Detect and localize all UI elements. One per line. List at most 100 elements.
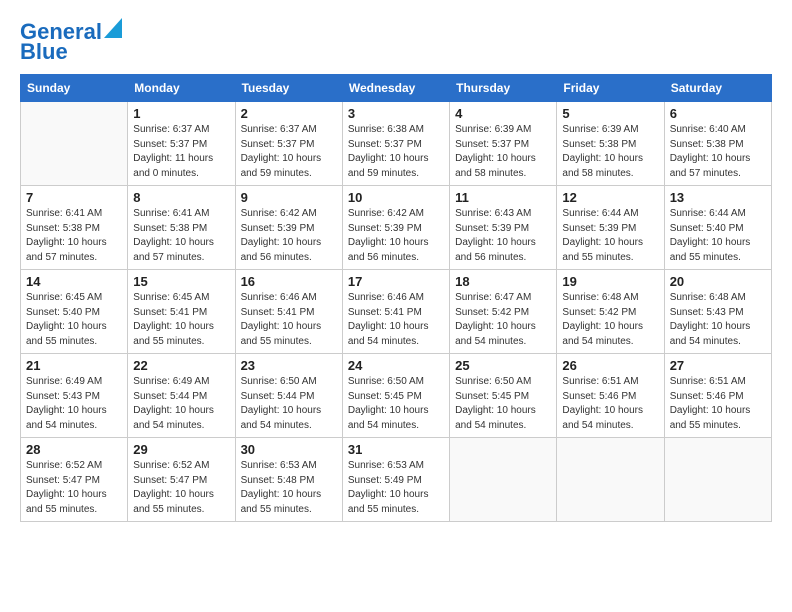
weekday-header: Tuesday [235, 75, 342, 102]
logo-blue-text: Blue [20, 40, 68, 64]
day-number: 22 [133, 358, 229, 373]
calendar-day-cell: 30 Sunrise: 6:53 AMSunset: 5:48 PMDayligh… [235, 438, 342, 522]
calendar-day-cell: 10Sunrise: 6:42 AMSunset: 5:39 PMDayligh… [342, 186, 449, 270]
day-number: 9 [241, 190, 337, 205]
day-info: Sunrise: 6:50 AMSunset: 5:45 PMDaylight:… [348, 375, 444, 433]
calendar-day-cell [21, 102, 128, 186]
day-number: 17 [348, 274, 444, 289]
calendar-day-cell: 11 Sunrise: 6:43 AMSunset: 5:39 PMDayligh… [450, 186, 557, 270]
day-number: 21 [26, 358, 122, 373]
day-number: 6 [670, 106, 766, 121]
day-number: 2 [241, 106, 337, 121]
weekday-header-row: SundayMondayTuesdayWednesdayThursdayFrid… [21, 75, 772, 102]
day-info: Sunrise: 6:41 AMSunset: 5:38 PMDaylight:… [133, 207, 229, 265]
day-number: 5 [562, 106, 658, 121]
logo: General Blue [20, 20, 122, 64]
calendar-day-cell: 7 Sunrise: 6:41 AMSunset: 5:38 PMDaylight… [21, 186, 128, 270]
day-info: Sunrise: 6:51 AMSunset: 5:46 PMDaylight:… [562, 375, 658, 433]
day-info: Sunrise: 6:41 AMSunset: 5:38 PMDaylight:… [26, 207, 122, 265]
day-info: Sunrise: 6:39 AMSunset: 5:37 PMDaylight:… [455, 123, 551, 181]
calendar-day-cell: 28 Sunrise: 6:52 AMSunset: 5:47 PMDayligh… [21, 438, 128, 522]
day-info: Sunrise: 6:44 AMSunset: 5:39 PMDaylight:… [562, 207, 658, 265]
day-info: Sunrise: 6:52 AMSunset: 5:47 PMDaylight:… [26, 459, 122, 517]
day-info: Sunrise: 6:53 AMSunset: 5:48 PMDaylight:… [241, 459, 337, 517]
calendar-day-cell [664, 438, 771, 522]
weekday-header: Wednesday [342, 75, 449, 102]
day-info: Sunrise: 6:42 AMSunset: 5:39 PMDaylight:… [348, 207, 444, 265]
weekday-header: Sunday [21, 75, 128, 102]
calendar-day-cell: 17Sunrise: 6:46 AMSunset: 5:41 PMDayligh… [342, 270, 449, 354]
day-number: 14 [26, 274, 122, 289]
calendar-day-cell: 2 Sunrise: 6:37 AMSunset: 5:37 PMDaylight… [235, 102, 342, 186]
calendar-day-cell: 4 Sunrise: 6:39 AMSunset: 5:37 PMDaylight… [450, 102, 557, 186]
calendar-day-cell: 9 Sunrise: 6:42 AMSunset: 5:39 PMDaylight… [235, 186, 342, 270]
calendar-day-cell: 20 Sunrise: 6:48 AMSunset: 5:43 PMDayligh… [664, 270, 771, 354]
calendar-day-cell: 3 Sunrise: 6:38 AMSunset: 5:37 PMDaylight… [342, 102, 449, 186]
day-number: 4 [455, 106, 551, 121]
day-info: Sunrise: 6:48 AMSunset: 5:43 PMDaylight:… [670, 291, 766, 349]
day-info: Sunrise: 6:46 AMSunset: 5:41 PMDaylight:… [241, 291, 337, 349]
day-info: Sunrise: 6:50 AMSunset: 5:44 PMDaylight:… [241, 375, 337, 433]
page-header: General Blue [20, 20, 772, 64]
calendar-day-cell: 24 Sunrise: 6:50 AMSunset: 5:45 PMDayligh… [342, 354, 449, 438]
day-info: Sunrise: 6:40 AMSunset: 5:38 PMDaylight:… [670, 123, 766, 181]
calendar-day-cell: 26 Sunrise: 6:51 AMSunset: 5:46 PMDayligh… [557, 354, 664, 438]
calendar-day-cell: 6 Sunrise: 6:40 AMSunset: 5:38 PMDaylight… [664, 102, 771, 186]
day-number: 13 [670, 190, 766, 205]
day-number: 16 [241, 274, 337, 289]
day-info: Sunrise: 6:39 AMSunset: 5:38 PMDaylight:… [562, 123, 658, 181]
day-number: 20 [670, 274, 766, 289]
day-info: Sunrise: 6:37 AMSunset: 5:37 PMDaylight:… [133, 123, 229, 181]
logo-arrow-icon [104, 18, 122, 38]
calendar-week-row: 7 Sunrise: 6:41 AMSunset: 5:38 PMDaylight… [21, 186, 772, 270]
calendar-day-cell: 8Sunrise: 6:41 AMSunset: 5:38 PMDaylight… [128, 186, 235, 270]
day-number: 24 [348, 358, 444, 373]
calendar-week-row: 14 Sunrise: 6:45 AMSunset: 5:40 PMDayligh… [21, 270, 772, 354]
day-info: Sunrise: 6:45 AMSunset: 5:41 PMDaylight:… [133, 291, 229, 349]
weekday-header: Thursday [450, 75, 557, 102]
calendar-day-cell [557, 438, 664, 522]
calendar-day-cell: 19 Sunrise: 6:48 AMSunset: 5:42 PMDayligh… [557, 270, 664, 354]
day-number: 23 [241, 358, 337, 373]
day-info: Sunrise: 6:45 AMSunset: 5:40 PMDaylight:… [26, 291, 122, 349]
day-info: Sunrise: 6:37 AMSunset: 5:37 PMDaylight:… [241, 123, 337, 181]
day-number: 11 [455, 190, 551, 205]
day-number: 31 [348, 442, 444, 457]
day-number: 29 [133, 442, 229, 457]
calendar-day-cell: 23 Sunrise: 6:50 AMSunset: 5:44 PMDayligh… [235, 354, 342, 438]
day-number: 30 [241, 442, 337, 457]
calendar-day-cell: 1Sunrise: 6:37 AMSunset: 5:37 PMDaylight… [128, 102, 235, 186]
calendar-day-cell: 12Sunrise: 6:44 AMSunset: 5:39 PMDayligh… [557, 186, 664, 270]
calendar-week-row: 1Sunrise: 6:37 AMSunset: 5:37 PMDaylight… [21, 102, 772, 186]
day-number: 27 [670, 358, 766, 373]
calendar-day-cell: 5 Sunrise: 6:39 AMSunset: 5:38 PMDaylight… [557, 102, 664, 186]
weekday-header: Monday [128, 75, 235, 102]
day-info: Sunrise: 6:43 AMSunset: 5:39 PMDaylight:… [455, 207, 551, 265]
calendar-day-cell: 27Sunrise: 6:51 AMSunset: 5:46 PMDayligh… [664, 354, 771, 438]
calendar-day-cell: 29 Sunrise: 6:52 AMSunset: 5:47 PMDayligh… [128, 438, 235, 522]
day-number: 28 [26, 442, 122, 457]
day-info: Sunrise: 6:49 AMSunset: 5:43 PMDaylight:… [26, 375, 122, 433]
calendar-day-cell: 14 Sunrise: 6:45 AMSunset: 5:40 PMDayligh… [21, 270, 128, 354]
day-info: Sunrise: 6:49 AMSunset: 5:44 PMDaylight:… [133, 375, 229, 433]
calendar-day-cell: 15Sunrise: 6:45 AMSunset: 5:41 PMDayligh… [128, 270, 235, 354]
calendar-day-cell: 21 Sunrise: 6:49 AMSunset: 5:43 PMDayligh… [21, 354, 128, 438]
day-number: 26 [562, 358, 658, 373]
day-number: 3 [348, 106, 444, 121]
calendar-day-cell: 22 Sunrise: 6:49 AMSunset: 5:44 PMDayligh… [128, 354, 235, 438]
day-number: 19 [562, 274, 658, 289]
day-number: 7 [26, 190, 122, 205]
calendar-day-cell: 31 Sunrise: 6:53 AMSunset: 5:49 PMDayligh… [342, 438, 449, 522]
day-info: Sunrise: 6:42 AMSunset: 5:39 PMDaylight:… [241, 207, 337, 265]
calendar-day-cell [450, 438, 557, 522]
calendar-day-cell: 13 Sunrise: 6:44 AMSunset: 5:40 PMDayligh… [664, 186, 771, 270]
day-info: Sunrise: 6:52 AMSunset: 5:47 PMDaylight:… [133, 459, 229, 517]
day-info: Sunrise: 6:48 AMSunset: 5:42 PMDaylight:… [562, 291, 658, 349]
day-info: Sunrise: 6:44 AMSunset: 5:40 PMDaylight:… [670, 207, 766, 265]
day-number: 18 [455, 274, 551, 289]
day-info: Sunrise: 6:50 AMSunset: 5:45 PMDaylight:… [455, 375, 551, 433]
day-info: Sunrise: 6:38 AMSunset: 5:37 PMDaylight:… [348, 123, 444, 181]
calendar-week-row: 28 Sunrise: 6:52 AMSunset: 5:47 PMDayligh… [21, 438, 772, 522]
day-info: Sunrise: 6:53 AMSunset: 5:49 PMDaylight:… [348, 459, 444, 517]
calendar-day-cell: 25Sunrise: 6:50 AMSunset: 5:45 PMDayligh… [450, 354, 557, 438]
